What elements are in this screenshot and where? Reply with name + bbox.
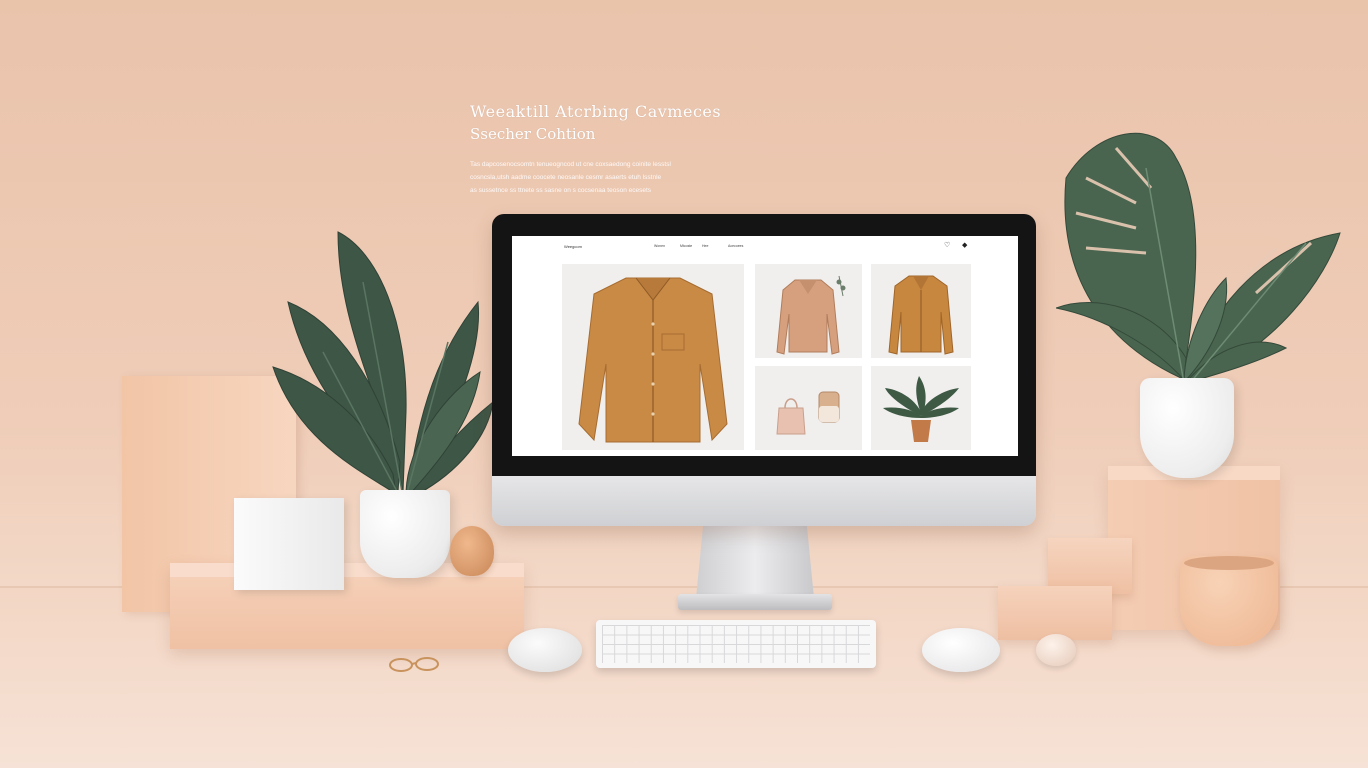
product-tile-potted-plant[interactable] [871, 366, 971, 450]
shell-ornament [450, 526, 494, 576]
white-cube [234, 498, 344, 590]
ceramic-bowl-rim [1184, 556, 1274, 570]
nav-link[interactable]: Wonen [654, 244, 665, 248]
site-nav: Weegcom Wonen Mtcoste Hee Acecoees ♡ ◆ [512, 236, 1018, 258]
shirt-jacket-image [776, 275, 846, 355]
keyboard [596, 620, 876, 668]
right-plant [1056, 132, 1341, 384]
bag-icon[interactable]: ◆ [962, 242, 969, 249]
white-planter-left [360, 490, 450, 578]
product-tile-bags[interactable] [755, 366, 862, 450]
white-planter-right [1140, 378, 1234, 478]
potted-plant-image [883, 376, 959, 442]
product-mockup-scene: Weeaktill Atcrbing Cavmeces Ssecher Coht… [0, 0, 1368, 768]
nav-link[interactable]: Hee [702, 244, 708, 248]
product-tile-shirt-jacket[interactable] [755, 264, 862, 358]
glasses-icon [389, 657, 439, 672]
headline-blurb: Tas dapcosenocsomtn tenueogncod ut cne c… [470, 158, 800, 197]
apple-logo-icon [751, 484, 777, 510]
heart-icon[interactable]: ♡ [944, 242, 951, 249]
blurb-line: cosncsla,utsh aadme coocete neosanle ces… [470, 174, 662, 181]
blurb-line: Tas dapcosenocsomtn tenueogncod ut cne c… [470, 161, 671, 168]
mouse [922, 628, 1000, 672]
product-tile-jacket-large[interactable] [562, 264, 744, 450]
nav-link[interactable]: Mtcoste [680, 244, 692, 248]
headline-block: Weeaktill Atcrbing Cavmeces Ssecher Coht… [470, 102, 800, 197]
peach-pebble [1036, 634, 1076, 666]
small-cube-bottom [998, 586, 1112, 640]
product-tile-jacket-mustard[interactable] [871, 264, 971, 358]
bags-image [776, 391, 840, 435]
monitor-stand-neck [696, 526, 814, 598]
blurb-line: as sussetnce ss ttnete ss sasne on s coc… [470, 187, 652, 194]
jacket-mustard-image [888, 275, 954, 355]
keyboard-keys [602, 625, 870, 663]
nav-link[interactable]: Acecoees [728, 244, 743, 248]
monitor-screen: Weegcom Wonen Mtcoste Hee Acecoees ♡ ◆ [512, 236, 1018, 456]
left-plant [272, 231, 494, 498]
white-stone [508, 628, 582, 672]
site-brand[interactable]: Weegcom [564, 244, 582, 249]
monitor-stand-base [678, 594, 832, 610]
jacket-image [578, 277, 728, 443]
headline-title: Weeaktill Atcrbing Cavmeces [470, 102, 722, 121]
headline-subtitle: Ssecher Cohtion [470, 125, 596, 143]
